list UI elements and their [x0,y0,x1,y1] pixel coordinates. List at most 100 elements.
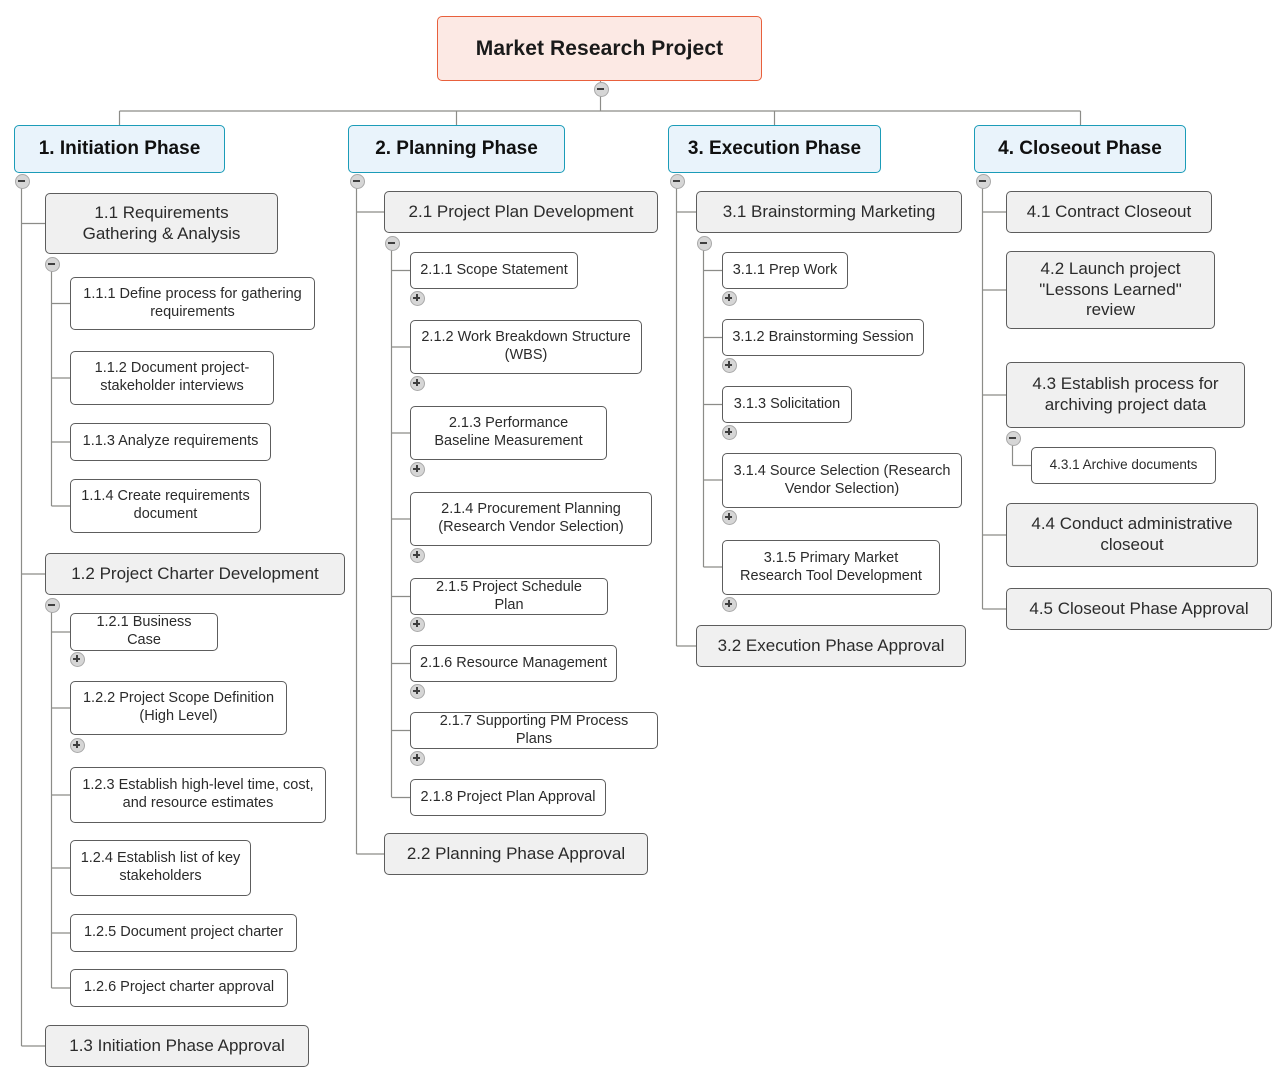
wbs-node-n2-2[interactable]: 2.2 Planning Phase Approval [384,833,648,875]
wbs-node-label: 2.1.8 Project Plan Approval [420,788,596,805]
wbs-node-n3-1-3[interactable]: 3.1.3 Solicitation [722,386,852,423]
collapse-toggle-t-1_1[interactable] [45,257,60,272]
collapse-toggle-t-2_1[interactable] [385,236,400,251]
wbs-node-n3-2[interactable]: 3.2 Execution Phase Approval [696,625,966,667]
wbs-node-n2-1-5[interactable]: 2.1.5 Project Schedule Plan [410,578,608,615]
wbs-node-label: 1.1.1 Define process for gathering requi… [83,285,302,320]
wbs-node-n1-1-1[interactable]: 1.1.1 Define process for gathering requi… [70,277,315,330]
wbs-node-n2-1-2[interactable]: 2.1.2 Work Breakdown Structure (WBS) [410,320,642,374]
wbs-node-label: 2.1.1 Scope Statement [420,261,568,278]
wbs-node-label: 2.2 Planning Phase Approval [406,843,626,863]
expand-toggle-t-2_1_7[interactable] [410,751,425,766]
wbs-node-label: 4. Closeout Phase [998,138,1162,160]
expand-toggle-t-3_1_4[interactable] [722,510,737,525]
wbs-node-n1-2-3[interactable]: 1.2.3 Establish high-level time, cost, a… [70,767,326,823]
wbs-node-n3-1-4[interactable]: 3.1.4 Source Selection (Research Vendor … [722,453,962,508]
wbs-node-n3-1[interactable]: 3.1 Brainstorming Marketing [696,191,962,233]
wbs-node-n1-2-6[interactable]: 1.2.6 Project charter approval [70,969,288,1007]
expand-toggle-t-3_1_2[interactable] [722,358,737,373]
wbs-node-n1-3[interactable]: 1.3 Initiation Phase Approval [45,1025,309,1067]
wbs-node-p4[interactable]: 4. Closeout Phase [974,125,1186,173]
collapse-toggle-t-1_2[interactable] [45,598,60,613]
wbs-node-n2-1[interactable]: 2.1 Project Plan Development [384,191,658,233]
wbs-node-n1-1-3[interactable]: 1.1.3 Analyze requirements [70,423,271,461]
wbs-node-label: 4.5 Closeout Phase Approval [1029,598,1249,618]
expand-toggle-t-3_1_5[interactable] [722,597,737,612]
wbs-node-n4-3-1[interactable]: 4.3.1 Archive documents [1031,447,1216,484]
wbs-node-p1[interactable]: 1. Initiation Phase [14,125,225,173]
wbs-node-label: 3. Execution Phase [687,138,862,160]
wbs-node-label: 3.1.2 Brainstorming Session [732,328,914,345]
wbs-node-n1-2[interactable]: 1.2 Project Charter Development [45,553,345,595]
wbs-node-n2-1-6[interactable]: 2.1.6 Resource Management [410,645,617,682]
wbs-node-n2-1-8[interactable]: 2.1.8 Project Plan Approval [410,779,606,816]
collapse-toggle-t-4_3[interactable] [1006,431,1021,446]
expand-toggle-t-2_1_1[interactable] [410,291,425,306]
wbs-node-label: 2.1.5 Project Schedule Plan [436,578,582,613]
wbs-canvas: Market Research Project 1. Initiation Pha… [0,0,1286,1084]
wbs-node-label: 3.1 Brainstorming Marketing [722,201,936,221]
wbs-node-label: 3.2 Execution Phase Approval [717,635,945,655]
wbs-node-n1-1-4[interactable]: 1.1.4 Create requirements document [70,479,261,533]
expand-toggle-t-3_1_3[interactable] [722,425,737,440]
wbs-node-label: 1.1.2 Document project-stakeholder inter… [94,360,250,394]
wbs-node-label: 1.2 Project Charter Development [71,563,319,583]
wbs-node-label: 4.1 Contract Closeout [1026,201,1192,221]
wbs-node-label: 1.1.3 Analyze requirements [82,433,259,450]
expand-toggle-t-2_1_3[interactable] [410,462,425,477]
wbs-node-n4-2[interactable]: 4.2 Launch project "Lessons Learned" rev… [1006,251,1215,329]
wbs-node-n4-5[interactable]: 4.5 Closeout Phase Approval [1006,588,1272,630]
wbs-node-label: 1.3 Initiation Phase Approval [69,1035,285,1055]
collapse-toggle-t-p2[interactable] [350,174,365,189]
wbs-node-n4-1[interactable]: 4.1 Contract Closeout [1006,191,1212,233]
wbs-node-label: 4.3.1 Archive documents [1049,457,1198,473]
expand-toggle-t-3_1_1[interactable] [722,291,737,306]
wbs-node-label: Market Research Project [475,36,724,60]
wbs-node-label: 1.2.4 Establish list of key stakeholders [80,850,241,884]
expand-toggle-t-2_1_4[interactable] [410,548,425,563]
wbs-node-n1-2-4[interactable]: 1.2.4 Establish list of key stakeholders [70,840,251,896]
expand-toggle-t-1_2_2[interactable] [70,738,85,753]
collapse-toggle-t-p3[interactable] [670,174,685,189]
wbs-node-label: 1.2.2 Project Scope Definition (High Lev… [82,690,275,724]
wbs-node-label: 3.1.5 Primary Market Research Tool Devel… [740,549,922,584]
wbs-node-n2-1-3[interactable]: 2.1.3 Performance Baseline Measurement [410,406,607,460]
expand-toggle-t-1_2_1[interactable] [70,652,85,667]
wbs-node-n3-1-1[interactable]: 3.1.1 Prep Work [722,252,848,289]
wbs-node-label: 4.2 Launch project "Lessons Learned" rev… [1039,258,1182,320]
wbs-node-n3-1-2[interactable]: 3.1.2 Brainstorming Session [722,319,924,356]
wbs-node-label: 1.2.5 Document project charter [83,924,284,941]
wbs-node-n2-1-1[interactable]: 2.1.1 Scope Statement [410,252,578,289]
wbs-node-label: 1.1.4 Create requirements document [81,488,250,522]
wbs-node-n1-1[interactable]: 1.1 Requirements Gathering & Analysis [45,193,278,254]
wbs-node-label: 3.1.3 Solicitation [733,395,841,412]
wbs-node-label: 1.2.1 Business Case [96,614,192,648]
collapse-toggle-t-root[interactable] [594,82,609,97]
wbs-node-n2-1-4[interactable]: 2.1.4 Procurement Planning (Research Ven… [410,492,652,546]
wbs-node-n1-2-5[interactable]: 1.2.5 Document project charter [70,914,297,952]
wbs-node-p3[interactable]: 3. Execution Phase [668,125,881,173]
wbs-node-label: 1.2.6 Project charter approval [83,979,275,996]
wbs-node-label: 1.1 Requirements Gathering & Analysis [82,202,241,243]
wbs-node-n4-3[interactable]: 4.3 Establish process for archiving proj… [1006,362,1245,428]
wbs-node-root[interactable]: Market Research Project [437,16,762,81]
wbs-node-n1-2-1[interactable]: 1.2.1 Business Case [70,613,218,651]
expand-toggle-t-2_1_2[interactable] [410,376,425,391]
wbs-node-n1-2-2[interactable]: 1.2.2 Project Scope Definition (High Lev… [70,681,287,735]
wbs-node-n4-4[interactable]: 4.4 Conduct administrative closeout [1006,503,1258,567]
wbs-node-p2[interactable]: 2. Planning Phase [348,125,565,173]
wbs-node-label: 2.1.3 Performance Baseline Measurement [434,415,583,449]
expand-toggle-t-2_1_5[interactable] [410,617,425,632]
wbs-node-label: 2.1.2 Work Breakdown Structure (WBS) [421,329,631,363]
wbs-node-label: 2.1 Project Plan Development [408,201,634,221]
wbs-node-label: 2. Planning Phase [375,138,538,160]
wbs-node-label: 4.3 Establish process for archiving proj… [1032,374,1219,414]
collapse-toggle-t-p4[interactable] [976,174,991,189]
collapse-toggle-t-p1[interactable] [15,174,30,189]
wbs-node-n2-1-7[interactable]: 2.1.7 Supporting PM Process Plans [410,712,658,749]
expand-toggle-t-2_1_6[interactable] [410,684,425,699]
wbs-node-label: 1.2.3 Establish high-level time, cost, a… [82,777,314,811]
collapse-toggle-t-3_1[interactable] [697,236,712,251]
wbs-node-n3-1-5[interactable]: 3.1.5 Primary Market Research Tool Devel… [722,540,940,595]
wbs-node-n1-1-2[interactable]: 1.1.2 Document project-stakeholder inter… [70,351,274,405]
